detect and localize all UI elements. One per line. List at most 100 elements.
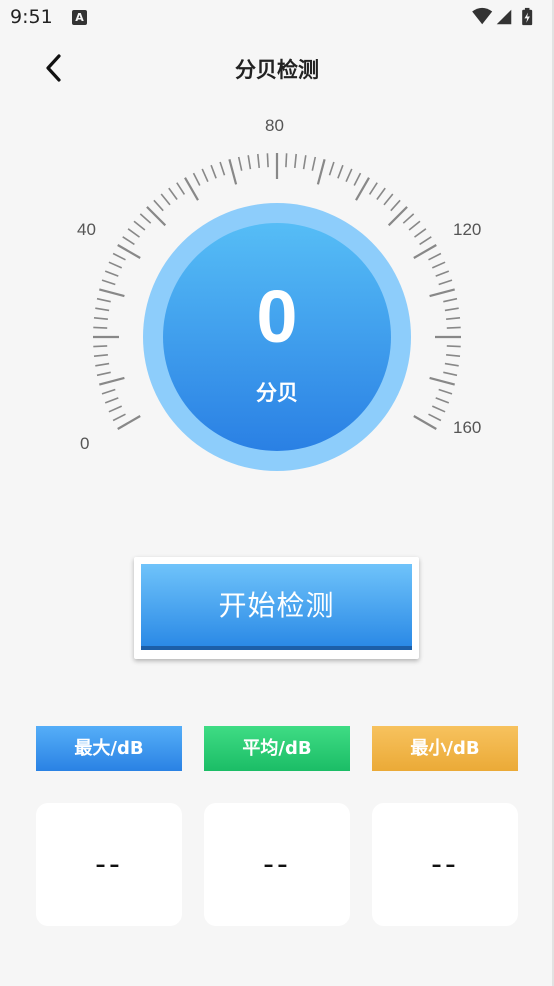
gauge-minor-tick (446, 326, 461, 329)
gauge-minor-tick (93, 354, 108, 357)
gauge-minor-tick (153, 199, 164, 212)
scale-label-40: 40 (77, 220, 96, 239)
gauge-minor-tick (95, 362, 110, 367)
gauge-major-tick (184, 177, 199, 201)
gauge-minor-tick (96, 371, 111, 377)
max-db-value: -- (36, 803, 182, 926)
gauge-minor-tick (328, 161, 335, 176)
avg-db-value: -- (204, 803, 350, 926)
status-bar: 9:51 A (0, 0, 554, 36)
gauge-minor-tick (247, 155, 252, 170)
scale-label-160: 160 (453, 418, 482, 437)
gauge-minor-tick (302, 155, 307, 170)
gauge-minor-tick (435, 270, 450, 277)
gauge-major-tick (117, 244, 141, 259)
gauge-major-tick (117, 415, 141, 430)
gauge-minor-tick (353, 172, 362, 186)
nav-bar: 分贝检测 (0, 36, 554, 100)
gauge-minor-tick (192, 172, 201, 186)
gauge-minor-tick (428, 413, 442, 422)
min-db-label: 最小/dB (372, 726, 518, 771)
gauge-minor-tick (444, 307, 459, 312)
gauge-minor-tick (201, 168, 209, 183)
gauge-minor-tick (311, 156, 317, 171)
gauge-minor-tick (285, 153, 288, 168)
gauge-minor-tick (108, 261, 123, 269)
scale-label-80: 80 (265, 116, 284, 135)
gauge-minor-tick (93, 345, 108, 348)
gauge-minor-tick (104, 270, 119, 277)
start-detection-label: 开始检测 (141, 564, 412, 650)
gauge-minor-tick (101, 279, 116, 286)
page-title: 分贝检测 (235, 58, 319, 82)
gauge-minor-tick (176, 182, 186, 195)
gauge-major-tick (228, 159, 238, 185)
scale-label-120: 120 (453, 220, 482, 239)
gauge-minor-tick (446, 345, 461, 348)
gauge-minor-tick (257, 153, 260, 168)
gauge-major-tick (316, 159, 326, 185)
start-detection-button[interactable]: 开始检测 (134, 557, 419, 659)
gauge-major-tick (413, 415, 437, 430)
gauge-minor-tick (408, 220, 421, 231)
gauge-minor-tick (101, 388, 116, 395)
gauge-major-tick (429, 376, 455, 386)
gauge-major-tick (99, 288, 125, 298)
gauge-minor-tick (444, 362, 459, 367)
status-icons (472, 7, 533, 26)
gauge-minor-tick (428, 252, 442, 261)
gauge-minor-tick (266, 153, 269, 168)
gauge-unit-label: 分贝 (256, 381, 298, 405)
gauge-minor-tick (112, 413, 126, 422)
gauge-minor-tick (108, 405, 123, 413)
gauge-minor-tick (122, 236, 135, 246)
gauge-minor-tick (139, 213, 152, 224)
gauge-minor-tick (414, 228, 427, 238)
signal-icon (496, 9, 512, 25)
decibel-gauge: 0 分贝 0 40 80 120 160 (0, 100, 554, 480)
gauge-minor-tick (446, 354, 461, 357)
gauge-minor-tick (127, 228, 140, 238)
gauge-minor-tick (376, 187, 386, 200)
battery-charging-icon (522, 7, 533, 26)
gauge-minor-tick (219, 161, 226, 176)
gauge-value: 0 (256, 275, 297, 358)
gauge-minor-tick (168, 187, 178, 200)
gauge-minor-tick (294, 153, 297, 168)
avg-db-label: 平均/dB (204, 726, 350, 771)
gauge-minor-tick (160, 193, 171, 206)
gauge-minor-tick (95, 307, 110, 312)
gauge-minor-tick (368, 182, 378, 195)
gauge-minor-tick (419, 236, 432, 246)
gauge-major-tick (99, 376, 125, 386)
gauge-minor-tick (383, 193, 394, 206)
gauge-minor-tick (237, 156, 243, 171)
min-db-value: -- (372, 803, 518, 926)
max-db-label: 最大/dB (36, 726, 182, 771)
gauge-minor-tick (210, 164, 217, 179)
app-notification-icon: A (72, 10, 87, 25)
scale-label-0: 0 (80, 434, 90, 453)
gauge-minor-tick (337, 164, 344, 179)
gauge-minor-tick (435, 397, 450, 404)
gauge-minor-tick (96, 297, 111, 303)
gauge-minor-tick (133, 220, 146, 231)
gauge-minor-tick (446, 317, 461, 320)
gauge-minor-tick (443, 297, 458, 303)
gauge-major-tick (413, 244, 437, 259)
gauge-minor-tick (93, 326, 108, 329)
gauge-minor-tick (443, 371, 458, 377)
status-time: 9:51 (10, 6, 53, 28)
gauge-minor-tick (438, 388, 453, 395)
wifi-icon (472, 7, 493, 25)
gauge-major-tick (429, 288, 455, 298)
gauge-minor-tick (104, 397, 119, 404)
gauge-minor-tick (112, 252, 126, 261)
gauge-minor-tick (431, 261, 446, 269)
gauge-minor-tick (345, 168, 353, 183)
gauge-minor-tick (431, 405, 446, 413)
gauge-minor-tick (402, 213, 415, 224)
gauge-minor-tick (93, 317, 108, 320)
gauge-minor-tick (438, 279, 453, 286)
gauge-major-tick (355, 177, 370, 201)
